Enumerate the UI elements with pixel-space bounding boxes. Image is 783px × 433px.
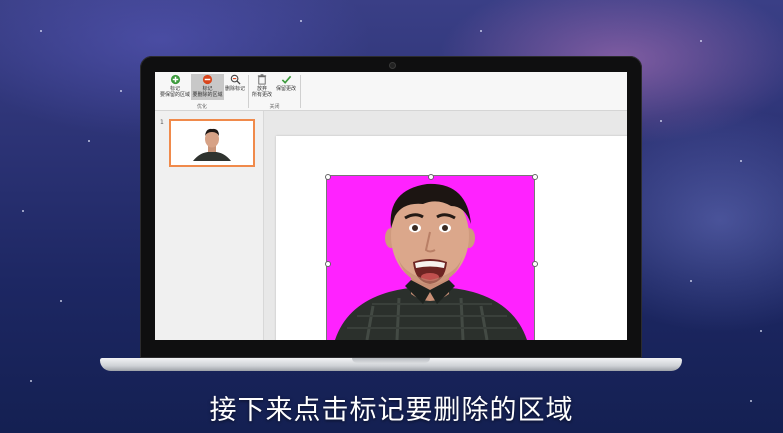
mark-keep-button[interactable]: 标记 要保留的区域 [158,74,192,100]
group-separator [248,75,249,108]
resize-handle[interactable] [325,174,331,180]
slide-thumbnail[interactable] [169,119,255,167]
delete-mark-label: 删除标记 [224,86,245,92]
rotate-handle[interactable] [428,174,434,180]
slide-number: 1 [160,119,164,126]
group-label-refine: 优化 [196,104,207,110]
laptop-notch [352,358,430,363]
group-label-close: 关闭 [269,104,280,110]
mark-remove-label-2: 要删除的区域 [192,92,223,98]
keep-changes-button[interactable]: 保留更改 [274,74,298,100]
keep-changes-label: 保留更改 [275,86,296,92]
app-window: 标记 要保留的区域 标记 要删除的区域 删除标记 优化 放弃 所有更改 保留更改… [155,72,627,340]
eraser-icon [230,74,241,85]
delete-mark-button[interactable]: 删除标记 [224,74,246,100]
plus-circle-icon [170,74,180,85]
person-photo[interactable] [326,175,535,340]
checkmark-icon [281,75,291,84]
mark-keep-label-2: 要保留的区域 [159,92,190,98]
video-subtitle: 接下来点击标记要删除的区域 [209,395,574,426]
group-separator [300,75,301,108]
resize-handle[interactable] [532,261,538,267]
discard-all-label-2: 所有更改 [251,92,272,98]
slide-thumbnail-pane: 1 [155,111,264,340]
person-image [327,176,534,340]
discard-all-button[interactable]: 放弃 所有更改 [251,74,273,100]
ribbon-toolbar: 标记 要保留的区域 标记 要删除的区域 删除标记 优化 放弃 所有更改 保留更改… [155,72,627,111]
resize-handle[interactable] [325,261,331,267]
thumbnail-person-image [171,121,253,165]
discard-icon [257,74,267,85]
resize-handle[interactable] [532,174,538,180]
camera-icon [390,63,395,68]
mark-remove-button[interactable]: 标记 要删除的区域 [191,74,224,100]
minus-circle-icon [202,74,213,85]
